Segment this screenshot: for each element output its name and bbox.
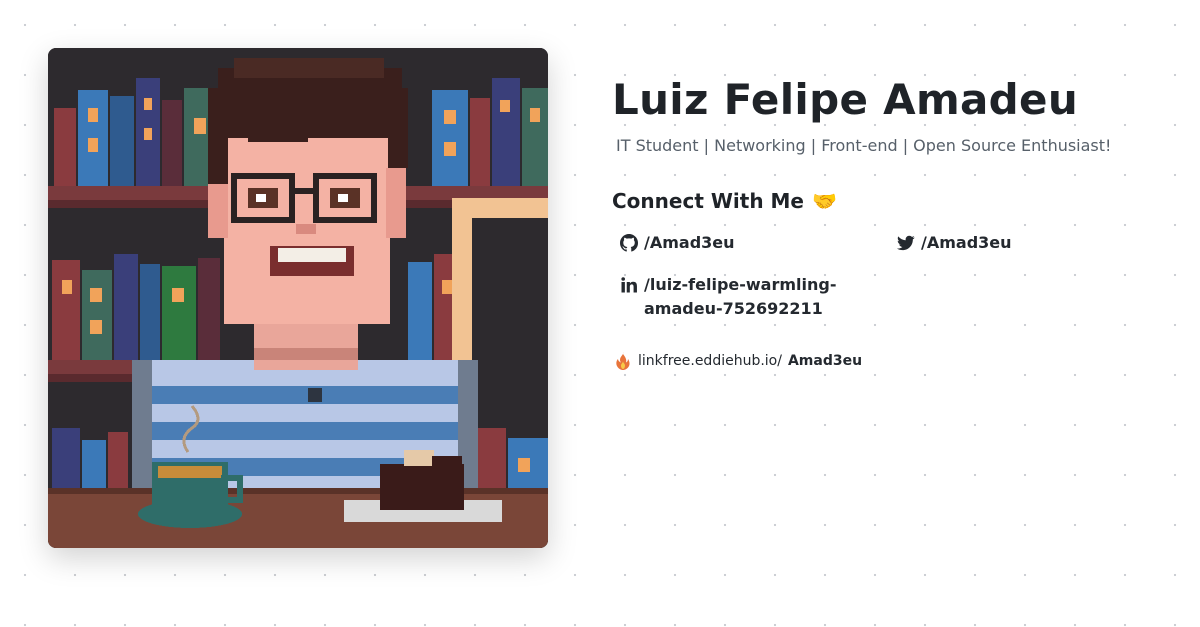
profile-info: Luiz Felipe Amadeu IT Student | Networki… — [612, 72, 1172, 371]
linkfree-flame-icon — [616, 352, 630, 370]
twitter-link-label: /Amad3eu — [921, 233, 1012, 252]
linkfree-username: Amad3eu — [787, 353, 863, 369]
profile-name: Luiz Felipe Amadeu — [612, 75, 1079, 124]
twitter-link[interactable]: /Amad3eu — [897, 231, 1157, 255]
connect-heading-text: Connect With Me — [612, 189, 804, 213]
github-icon — [620, 234, 638, 252]
social-links: /Amad3eu /Amad3eu /luiz-felipe-warmling-… — [612, 231, 1172, 321]
profile-tagline: IT Student | Networking | Front-end | Op… — [616, 136, 1112, 155]
twitter-icon — [897, 235, 915, 251]
avatar-illustration — [48, 48, 548, 548]
linkedin-link-label: /luiz-felipe-warmling-amadeu-752692211 — [644, 275, 837, 318]
linkfree-link[interactable]: linkfree.eddiehub.io/ Amad3eu — [612, 351, 1172, 371]
github-link[interactable]: /Amad3eu — [620, 231, 897, 255]
handshake-icon: 🤝 — [811, 189, 837, 213]
linkfree-domain: linkfree.eddiehub.io/ — [638, 353, 782, 369]
github-link-label: /Amad3eu — [644, 233, 735, 252]
connect-heading: Connect With Me 🤝 — [612, 189, 1172, 213]
linkedin-link[interactable]: /luiz-felipe-warmling-amadeu-752692211 — [620, 273, 897, 321]
linkedin-icon — [621, 277, 637, 293]
